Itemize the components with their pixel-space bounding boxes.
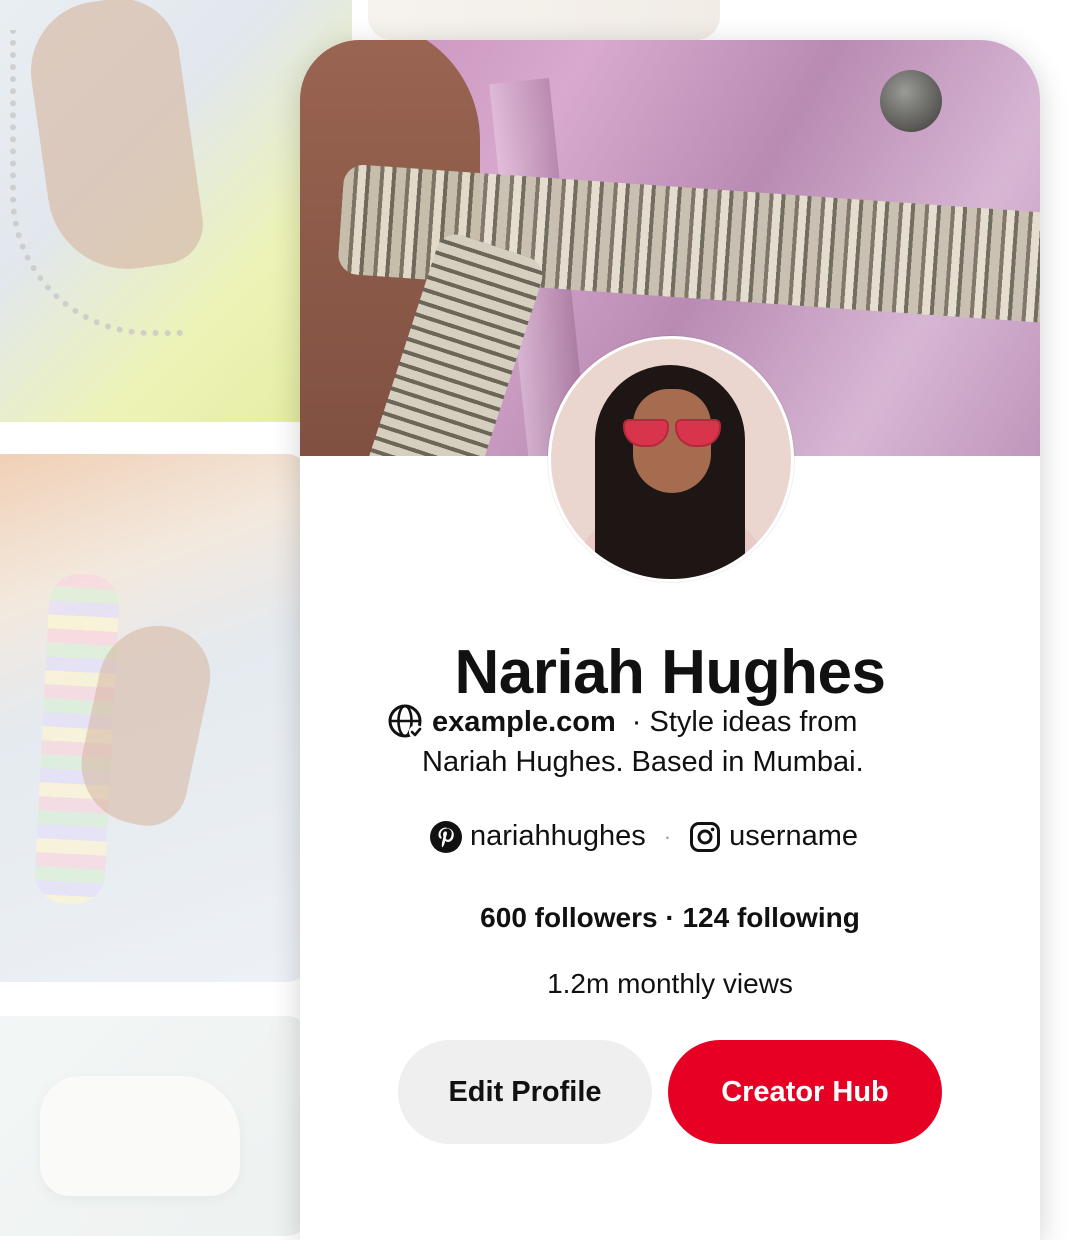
edit-profile-button[interactable]: Edit Profile [398, 1040, 652, 1144]
website-link[interactable]: example.com [432, 702, 616, 742]
background-pin-image [0, 1016, 310, 1236]
background-pin-image [368, 0, 720, 40]
separator-dot: · [663, 823, 672, 849]
bio-text-line2: Nariah Hughes. Based in Mumbai. [422, 746, 864, 778]
instagram-handle[interactable]: username [729, 820, 858, 853]
pinterest-icon [430, 820, 462, 853]
profile-name: Nariah Hughes [454, 638, 886, 707]
bio-text-line1: · Style ideas from [631, 706, 858, 738]
creator-hub-button[interactable]: Creator Hub [668, 1040, 942, 1144]
avatar[interactable] [548, 336, 794, 582]
profile-card: Nariah Hughes example.com · Style ideas … [300, 40, 1040, 1240]
social-links: nariahhughes · username [430, 820, 910, 853]
follower-stats[interactable]: 600 followers · 124 following [300, 902, 1040, 934]
background-pin-image [0, 454, 310, 982]
monthly-views: 1.2m monthly views [547, 968, 793, 999]
globe-icon [386, 702, 426, 742]
instagram-icon [689, 821, 721, 853]
pinterest-handle[interactable]: nariahhughes [470, 820, 646, 853]
profile-bio: example.com · Style ideas from Nariah Hu… [386, 702, 946, 782]
